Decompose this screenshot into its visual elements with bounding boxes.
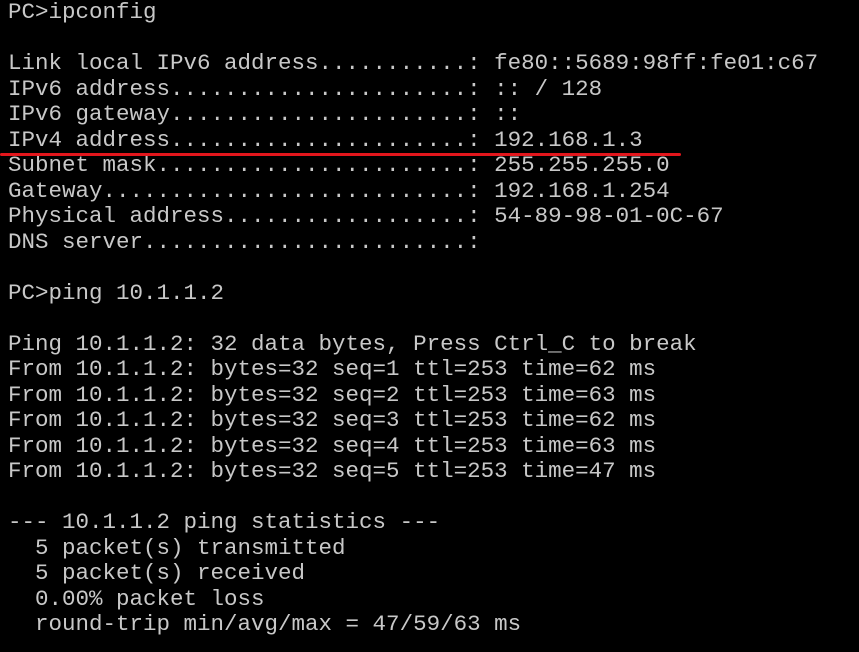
terminal-line: From 10.1.1.2: bytes=32 seq=3 ttl=253 ti…	[8, 407, 657, 433]
terminal-line: Ping 10.1.1.2: 32 data bytes, Press Ctrl…	[8, 330, 697, 357]
terminal-line: From 10.1.1.2: bytes=32 seq=2 ttl=253 ti…	[8, 381, 657, 408]
red-underline-annotation	[0, 153, 681, 156]
terminal-line: --- 10.1.1.2 ping statistics ---	[8, 509, 441, 535]
terminal-line: 5 packet(s) received	[8, 560, 306, 586]
terminal-line: PC>ping 10.1.1.2	[8, 279, 225, 306]
terminal-line: From 10.1.1.2: bytes=32 seq=5 ttl=253 ti…	[8, 458, 657, 484]
terminal-line: From 10.1.1.2: bytes=32 seq=1 ttl=253 ti…	[8, 356, 657, 382]
terminal-line: round-trip min/avg/max = 47/59/63 ms	[8, 611, 522, 637]
terminal-line: IPv6 address......................: :: /…	[8, 75, 603, 102]
terminal-line: DNS server........................:	[8, 228, 481, 255]
terminal-line: Gateway...........................: 192.…	[8, 177, 670, 204]
terminal-line: IPv6 gateway......................: ::	[8, 101, 522, 127]
terminal-line: IPv4 address......................: 192.…	[8, 126, 643, 153]
terminal-line: From 10.1.1.2: bytes=32 seq=4 ttl=253 ti…	[8, 432, 657, 459]
terminal-line: 0.00% packet loss	[8, 585, 265, 612]
terminal-line: Physical address..................: 54-8…	[8, 203, 724, 229]
terminal-line: 5 packet(s) transmitted	[8, 534, 346, 561]
terminal-output[interactable]: PC>ipconfig Link local IPv6 address......…	[8, 0, 859, 652]
terminal-line: Subnet mask.......................: 255.…	[8, 152, 670, 178]
terminal-line: Link local IPv6 address...........: fe80…	[8, 50, 819, 76]
terminal-line: PC>ipconfig	[8, 0, 157, 25]
